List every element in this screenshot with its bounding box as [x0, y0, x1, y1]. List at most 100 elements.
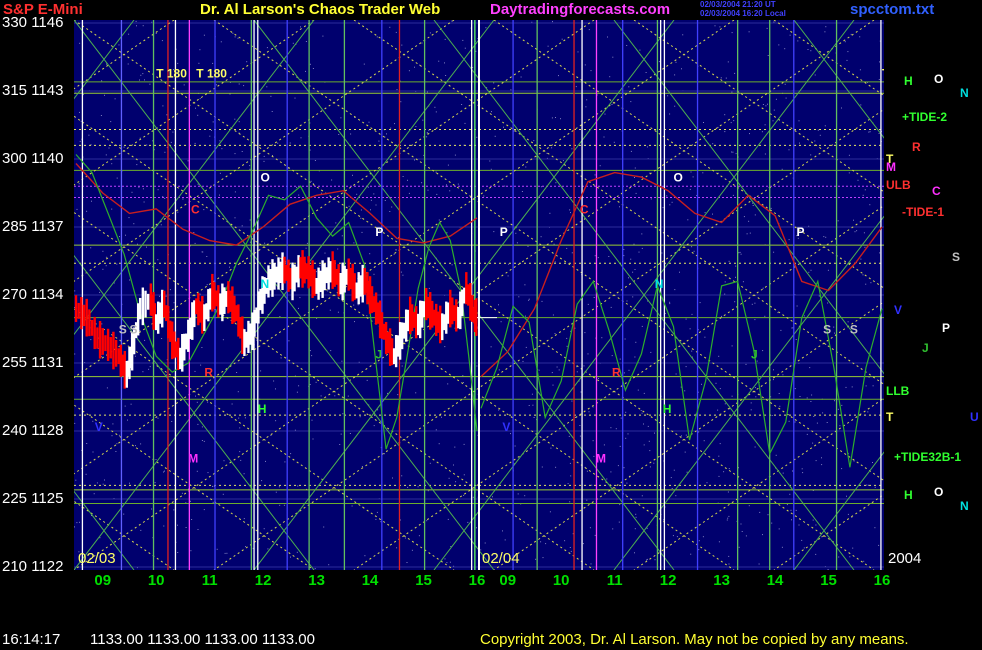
dot	[850, 33, 852, 35]
dot	[788, 239, 790, 241]
dot	[815, 553, 817, 555]
dot	[422, 119, 424, 121]
dot	[415, 126, 417, 128]
dot	[598, 378, 599, 379]
dot	[724, 131, 726, 133]
dot	[160, 224, 162, 226]
dot	[111, 163, 113, 165]
x-tick-label: 10	[147, 572, 165, 589]
dot	[590, 70, 592, 72]
dot	[857, 179, 859, 181]
dot	[226, 552, 228, 554]
dot	[305, 41, 307, 42]
dot	[207, 472, 209, 474]
dot	[408, 70, 410, 72]
annotation-label: P	[375, 225, 383, 239]
dot	[638, 251, 640, 253]
dot	[735, 276, 736, 278]
dot	[801, 539, 803, 541]
dot	[389, 211, 391, 212]
dot	[754, 446, 756, 448]
dot	[108, 147, 110, 149]
dot	[292, 42, 294, 44]
dot	[198, 62, 200, 64]
dot	[485, 27, 487, 29]
dot	[738, 546, 740, 548]
annotation-label: C	[191, 202, 200, 216]
site-link[interactable]: Daytradingforecasts.com	[490, 1, 670, 18]
dot	[735, 153, 737, 155]
dot	[721, 315, 722, 317]
dot	[201, 426, 203, 428]
dot	[799, 142, 800, 144]
dot	[630, 150, 632, 152]
dot	[790, 509, 792, 511]
dot	[718, 475, 720, 477]
dot	[378, 140, 380, 142]
dot	[498, 409, 500, 411]
right-legend-label: M	[886, 160, 896, 174]
dot	[551, 147, 553, 149]
dot	[296, 391, 298, 393]
dot	[105, 256, 107, 258]
dot	[674, 74, 676, 76]
dot	[513, 130, 515, 132]
dot	[396, 547, 398, 549]
dot	[689, 328, 691, 330]
dot	[290, 556, 291, 558]
dot	[775, 98, 777, 100]
dot	[693, 250, 695, 252]
dot	[124, 405, 126, 407]
dot	[239, 427, 241, 429]
dot	[532, 404, 534, 406]
dot	[283, 504, 285, 506]
dot	[149, 83, 151, 85]
dot	[731, 32, 733, 34]
dot	[658, 61, 660, 63]
dot	[585, 106, 587, 108]
dot	[449, 561, 451, 563]
dot	[851, 386, 853, 388]
dot	[634, 528, 636, 530]
dot	[810, 269, 812, 271]
dot	[330, 350, 332, 352]
timestamp-ut: 02/03/2004 21:20 UT	[700, 0, 776, 9]
dot	[310, 180, 312, 182]
dot	[102, 268, 104, 270]
dot	[177, 524, 178, 526]
annotation-label: S	[119, 323, 127, 337]
dot	[90, 247, 92, 249]
dot	[618, 521, 620, 523]
dot	[400, 101, 402, 103]
dot	[402, 274, 404, 276]
dot	[671, 488, 673, 489]
dot	[309, 350, 311, 352]
dot	[449, 190, 451, 192]
dot	[739, 251, 741, 253]
dot	[650, 351, 652, 353]
dot	[528, 298, 530, 300]
dot	[238, 121, 240, 123]
dot	[407, 486, 409, 488]
dot	[138, 186, 140, 188]
dot	[376, 511, 378, 513]
dot	[414, 66, 415, 68]
dot	[646, 527, 648, 529]
dot	[577, 51, 579, 53]
dot	[411, 549, 413, 551]
dot	[859, 36, 861, 38]
dot	[76, 522, 78, 524]
chart-title: Dr. Al Larson's Chaos Trader Web	[200, 1, 441, 18]
dot	[628, 277, 629, 279]
dot	[446, 562, 448, 564]
dot	[846, 59, 848, 61]
dot	[689, 188, 691, 190]
right-legend-label: S	[952, 250, 961, 264]
dot	[690, 171, 692, 173]
right-legend-label: V	[894, 303, 903, 317]
dot	[337, 248, 339, 250]
dot	[328, 564, 330, 566]
dot	[551, 372, 553, 374]
dot	[361, 231, 363, 233]
dot	[847, 51, 849, 53]
